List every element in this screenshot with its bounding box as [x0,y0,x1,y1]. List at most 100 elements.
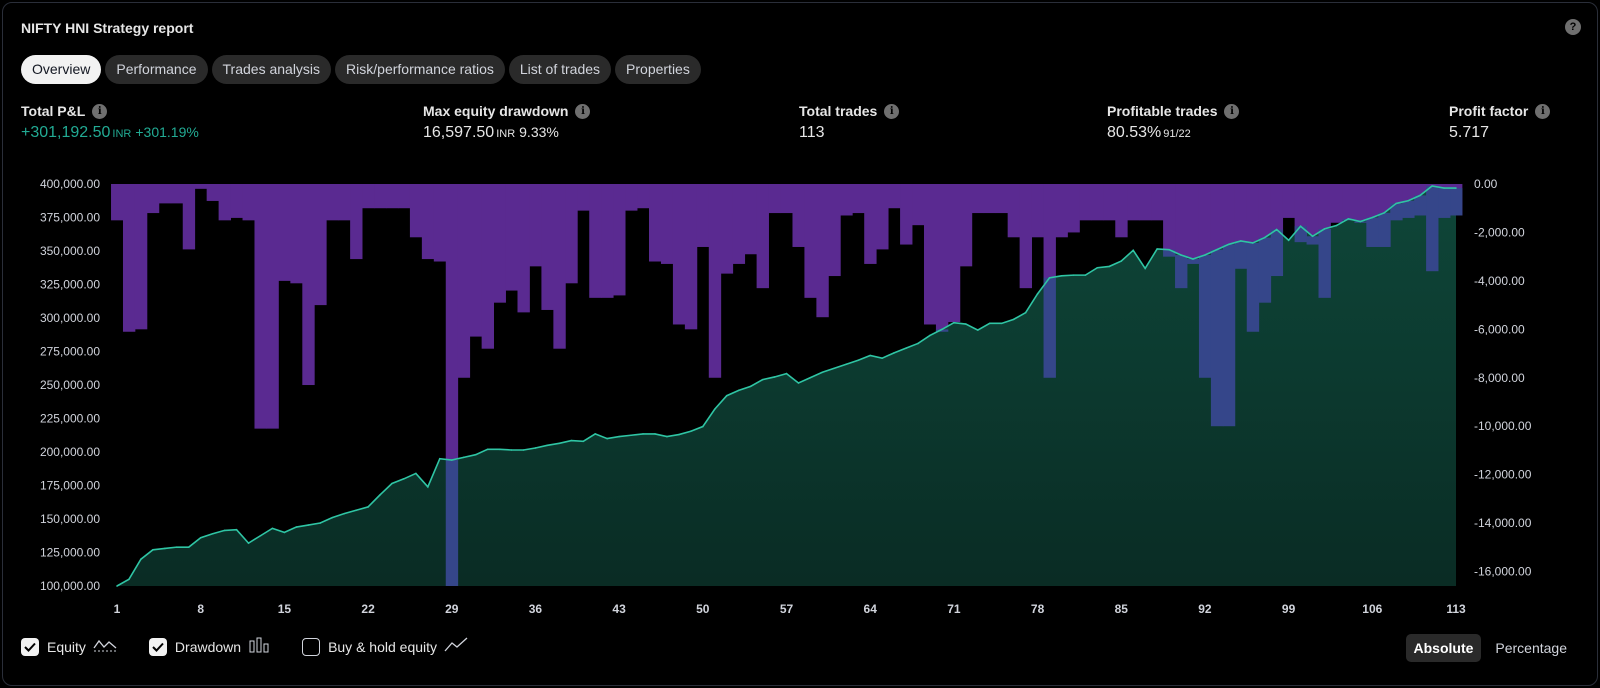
drawdown-bar [947,184,961,323]
equity-point [1335,224,1338,227]
y-left-tick-label: 375,000.00 [40,211,100,225]
drawdown-bar [577,184,590,211]
drawdown-bar [338,184,351,221]
drawdown-bar [708,184,722,378]
drawdown-bar [613,184,626,296]
drawdown-bar [1103,184,1116,221]
drawdown-bar [971,184,985,214]
drawdown-bar-overlap [1318,228,1331,298]
drawdown-bar [409,184,423,238]
drawdown-bar [565,184,578,284]
drawdown-bar-overlap [1043,277,1056,378]
equity-point [175,546,178,548]
equity-point [1192,258,1194,260]
drawdown-bar-overlap [1366,217,1379,247]
drawdown-bar [433,184,447,262]
equity-point [654,433,656,435]
drawdown-bar [1019,184,1032,289]
drawdown-bar [900,184,913,245]
drawdown-bar [517,184,530,313]
drawdown-bar [421,184,435,260]
equity-drawdown-chart: 400,000.00 375,000.00 350,000.00 325,000.00… [40,177,1532,616]
drawdown-bar [374,184,387,209]
drawdown-bar [649,184,662,262]
y-left-tick-label: 275,000.00 [40,345,100,359]
x-tick-label: 57 [780,602,794,616]
equity-point [594,433,597,435]
drawdown-bar-overlap [1234,240,1248,269]
equity-point [1168,248,1170,251]
drawdown-bar [1330,184,1343,223]
drawdown-bar [888,184,901,209]
x-tick-label: 50 [696,602,710,616]
y-left-tick-label: 225,000.00 [40,412,100,426]
drawdown-bar [1031,184,1044,238]
equity-point [1120,260,1123,262]
equity-point [1407,199,1409,202]
y-right-tick-label: -14,000.00 [1474,516,1532,530]
drawdown-bar [959,184,973,267]
y-left-tick-label: 250,000.00 [40,378,100,392]
x-tick-label: 92 [1198,602,1212,616]
equity-point [522,449,525,451]
drawdown-bar [350,184,363,260]
drawdown-bar [864,184,877,264]
x-tick-label: 71 [947,602,961,616]
x-tick-label: 36 [529,602,543,616]
equity-point [259,534,262,537]
equity-point [140,558,142,560]
equity-point [785,372,788,375]
drawdown-bar [493,184,506,303]
drawdown-bar-overlap [1306,236,1319,245]
drawdown-bar [505,184,518,291]
drawdown-bar [804,184,817,298]
equity-point [725,394,728,397]
equity-point [1180,254,1182,256]
equity-point [570,439,573,442]
drawdown-bar [302,184,315,386]
x-tick-label: 8 [197,602,204,616]
drawdown-bar-overlap [1246,242,1260,332]
equity-point [1395,202,1398,205]
drawdown-bar [935,184,949,332]
drawdown-bar [1091,184,1104,221]
drawdown-bar [816,184,829,318]
equity-point [845,363,848,366]
drawdown-bar [756,184,769,289]
y-right-tick-label: -2,000.00 [1474,225,1525,239]
equity-point [486,448,489,451]
drawdown-bar [876,184,889,250]
equity-point [1431,185,1433,187]
equity-point [749,385,752,388]
equity-point [1287,239,1290,242]
equity-point [510,449,513,451]
drawdown-bar-overlap [1294,226,1307,243]
equity-point [582,440,585,443]
equity-point [355,509,357,512]
equity-point [379,494,381,496]
drawdown-bar-overlap [1222,244,1236,427]
drawdown-bar [660,184,674,264]
equity-point [534,447,537,449]
equity-point [941,328,943,331]
drawdown-bar [744,184,758,255]
equity-point [1263,236,1266,239]
drawdown-bar [589,184,602,298]
drawdown-bar [672,184,686,325]
drawdown-bar [840,184,853,216]
equity-point [199,536,202,539]
equity-point [1132,249,1135,252]
drawdown-bar [122,184,136,332]
equity-point [1275,228,1278,231]
equity-point [152,549,154,551]
equity-point [988,322,991,325]
drawdown-bar [1067,184,1080,233]
drawdown-bar-overlap [1198,255,1212,378]
equity-point [116,585,118,587]
drawdown-bar [720,184,734,274]
drawdown-bar [696,184,710,247]
y-left-tick-label: 300,000.00 [40,311,100,325]
drawdown-bar-overlap [1414,195,1427,216]
drawdown-bar [481,184,494,349]
equity-point [1096,266,1099,269]
